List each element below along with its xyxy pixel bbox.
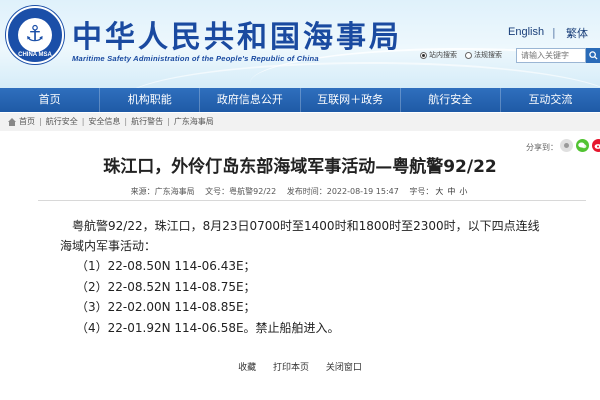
- font-size-label: 字号：: [409, 187, 434, 196]
- breadcrumb-separator: |: [81, 117, 85, 126]
- anchor-icon: ⚓: [25, 22, 45, 47]
- doc-no-meta: 文号：粤航警92/22: [205, 187, 276, 196]
- share-icons: [560, 139, 600, 152]
- search-option-site-label: 站内搜索: [429, 51, 457, 59]
- breadcrumb-separator: |: [39, 117, 42, 126]
- logo-center: ⚓: [18, 18, 52, 52]
- home-icon: [8, 118, 16, 126]
- publish-time-value: 2022-08-19 15:47: [326, 187, 399, 196]
- publish-time-meta: 发布时间：2022-08-19 15:47: [287, 187, 399, 196]
- radio-selected-icon: [420, 51, 427, 59]
- search-type-group: 站内搜索 法规搜索: [420, 50, 502, 60]
- nav-item-home[interactable]: 首页: [0, 88, 101, 112]
- nav-item-interaction[interactable]: 互动交流: [501, 88, 600, 112]
- nav-item-internet-gov[interactable]: 互联网＋政务: [301, 88, 401, 112]
- coordinate-point: （4）22-01.92N 114-06.58E。禁止船舶进入。: [76, 320, 340, 335]
- font-size-medium-link[interactable]: 中: [447, 187, 455, 196]
- logo-text: CHINA MSA: [18, 52, 52, 58]
- nav-item-functions[interactable]: 机构职能: [100, 88, 201, 112]
- search-icon: [588, 51, 598, 60]
- english-link[interactable]: English: [508, 26, 544, 38]
- source-value: 广东海事局: [154, 187, 195, 196]
- article-body: 粤航警92/22，珠江口，8月23日0700时至1400时和1800时至2300…: [60, 216, 560, 338]
- article-title: 珠江口，外伶仃岛东部海域军事活动—粤航警92/22: [103, 157, 497, 177]
- breadcrumb: 首页 | 航行安全 | 安全信息 | 航行警告 | 广东海事局: [0, 113, 600, 131]
- source-label: 来源：: [130, 187, 155, 196]
- breadcrumb-home[interactable]: 首页: [19, 113, 35, 131]
- font-size-controls: 字号：大中小: [409, 187, 469, 196]
- search-option-law[interactable]: 法规搜索: [465, 50, 502, 60]
- main-nav: 首页 机构职能 政府信息公开 互联网＋政务 航行安全 互动交流: [0, 88, 600, 112]
- breadcrumb-separator: |: [124, 117, 128, 126]
- wechat-icon[interactable]: [576, 139, 589, 152]
- more-share-icon[interactable]: [560, 139, 573, 152]
- close-window-link[interactable]: 关闭窗口: [326, 363, 362, 373]
- breadcrumb-safety-info[interactable]: 安全信息: [88, 113, 120, 131]
- breadcrumb-nav-safety[interactable]: 航行安全: [46, 113, 78, 131]
- article-paragraph-line: 海域内军事活动：: [60, 239, 157, 253]
- site-title: 中华人民共和国海事局: [72, 20, 402, 55]
- nav-item-gov-info[interactable]: 政府信息公开: [200, 88, 301, 112]
- font-size-small-link[interactable]: 小: [459, 187, 467, 196]
- site-header: ⚓ CHINA MSA 中华人民共和国海事局 Maritime Safety A…: [0, 0, 600, 88]
- print-link[interactable]: 打印本页: [273, 363, 309, 373]
- doc-no-label: 文号：: [205, 187, 230, 196]
- search-input[interactable]: [516, 48, 586, 63]
- weibo-icon[interactable]: [592, 139, 600, 152]
- article-actions: 收藏 打印本页 关闭窗口: [0, 360, 600, 373]
- meta-divider: [38, 200, 586, 201]
- breadcrumb-guangdong-msa[interactable]: 广东海事局: [174, 113, 214, 131]
- coordinate-point: （3）22-02.00N 114-08.85E；: [76, 300, 256, 314]
- nav-item-nav-safety[interactable]: 航行安全: [401, 88, 501, 112]
- radio-unselected-icon: [465, 51, 472, 59]
- publish-time-label: 发布时间：: [286, 187, 327, 196]
- coordinate-point: （2）22-08.52N 114-08.75E；: [76, 279, 256, 294]
- traditional-chinese-link[interactable]: 繁体: [566, 25, 588, 41]
- source-meta: 来源：广东海事局: [131, 187, 195, 196]
- site-subtitle: Maritime Safety Administration of the Pe…: [72, 54, 319, 63]
- article-paragraph-line: 粤航警92/22，珠江口，8月23日0700时至1400时和1800时至2300…: [72, 219, 540, 233]
- article-meta: 来源：广东海事局 文号：粤航警92/22 发布时间：2022-08-19 15:…: [0, 186, 600, 197]
- breadcrumb-separator: |: [167, 117, 170, 126]
- search-option-law-label: 法规搜索: [474, 51, 502, 59]
- favorite-link[interactable]: 收藏: [238, 363, 256, 373]
- breadcrumb-nav-warning[interactable]: 航行警告: [131, 113, 163, 131]
- doc-no-value: 粤航警92/22: [229, 187, 277, 196]
- search-button[interactable]: [586, 48, 600, 63]
- lang-separator: |: [552, 26, 556, 39]
- search-option-site[interactable]: 站内搜索: [420, 50, 457, 60]
- coordinate-point: （1）22-08.50N 114-06.43E；: [76, 259, 256, 273]
- font-size-large-link[interactable]: 大: [435, 187, 443, 196]
- msa-logo[interactable]: ⚓ CHINA MSA: [6, 6, 64, 64]
